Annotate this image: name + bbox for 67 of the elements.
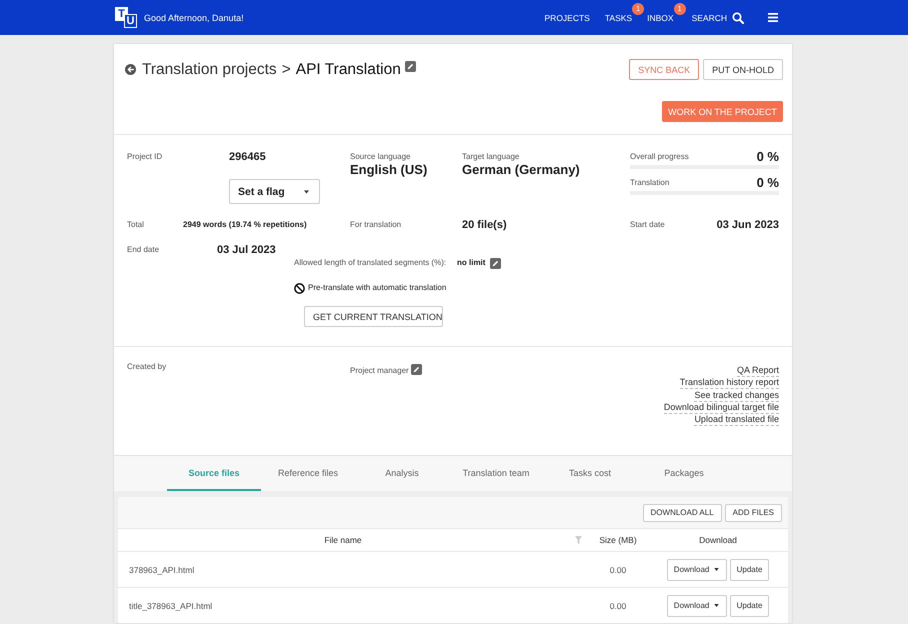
greeting-text: Good Afternoon, Danuta! [144,12,244,22]
length-limit-value: no limit [457,257,486,269]
file-size-cell-text: 0.00 [610,600,626,612]
flag-dropdown[interactable]: Set a flag [229,179,320,204]
update-button[interactable]: Update [730,594,770,616]
date-value: 03 Jun 2023 [716,218,779,232]
nav-link[interactable]: INBOX [647,12,674,22]
report-link[interactable]: Translation history report [680,377,779,390]
field-label: For translation [350,219,402,231]
breadcrumb-separator: > [282,60,291,78]
progress-reading: 0 % [756,150,779,164]
header-button[interactable]: PUT ON-HOLD [703,59,783,80]
language-value: German (Germany) [462,162,581,178]
file-count-value: 20 file(s) [462,218,508,232]
report-link[interactable]: Download bilingual target file [664,402,779,414]
get-translation-button[interactable]: GET CURRENT TRANSLATION [304,306,443,327]
project-title: API Translation [296,60,401,78]
column-header: Size (MB) [599,534,637,547]
progress-reading: 0 % [756,176,779,190]
field-label: Project manager [350,365,409,377]
word-count-value: 2949 words (19.74 % repetitions) [183,219,308,231]
date-value: 03 Jul 2023 [217,243,276,257]
caret-icon [714,568,720,571]
column-header: Download [699,534,737,547]
field-label: Allowed length of translated segments (%): [294,257,448,269]
report-link[interactable]: Upload translated file [694,414,779,426]
nav-link[interactable]: TASKS [604,12,632,22]
file-name-cell-text: title_378963_API.html [128,600,212,613]
field-label: Target language [462,151,520,163]
project-id-value: 296465 [229,150,266,164]
tab[interactable]: Reference files [261,456,355,491]
toolbar-button[interactable]: ADD FILES [724,504,782,522]
logo[interactable]: TU [115,7,138,28]
tab[interactable]: Translation team [449,456,543,491]
language-value: English (US) [350,162,428,178]
progress-label: Overall progress [630,151,689,163]
caret-icon [304,190,309,194]
field-label: Project ID [127,151,164,163]
edit-icon[interactable] [490,258,502,268]
caret-icon [714,604,720,607]
nav-link[interactable]: PROJECTS [544,12,590,22]
tab[interactable]: Tasks cost [543,456,637,491]
field-label: Source language [350,151,412,163]
back-icon[interactable] [125,64,136,75]
update-button[interactable]: Update [730,558,770,580]
edit-icon[interactable] [404,61,416,72]
field-label: Start date [630,219,665,231]
menu-icon[interactable] [768,13,778,22]
report-link[interactable]: QA Report [736,365,779,377]
field-label: Total [127,219,145,231]
tab[interactable]: Analysis [355,456,449,491]
search-link[interactable]: SEARCH [692,12,744,24]
field-label: End date [127,244,160,256]
download-dropdown[interactable]: Download [666,594,727,616]
search-icon [732,12,744,24]
tab[interactable]: Packages [637,456,731,491]
file-size-cell-text: 0.00 [610,564,626,576]
progress-label: Translation [630,177,670,189]
breadcrumb-link[interactable]: Translation projects [142,60,277,78]
download-dropdown[interactable]: Download [666,558,727,580]
pre-translate-label: Pre-translate with automatic translation [308,282,446,294]
column-header[interactable]: File name [324,529,362,551]
edit-icon[interactable] [410,364,422,374]
toolbar-button[interactable]: DOWNLOAD ALL [642,504,722,522]
report-link[interactable]: See tracked changes [694,390,779,402]
file-name-cell-text: 378963_API.html [128,564,194,577]
field-label: Created by [127,361,166,373]
